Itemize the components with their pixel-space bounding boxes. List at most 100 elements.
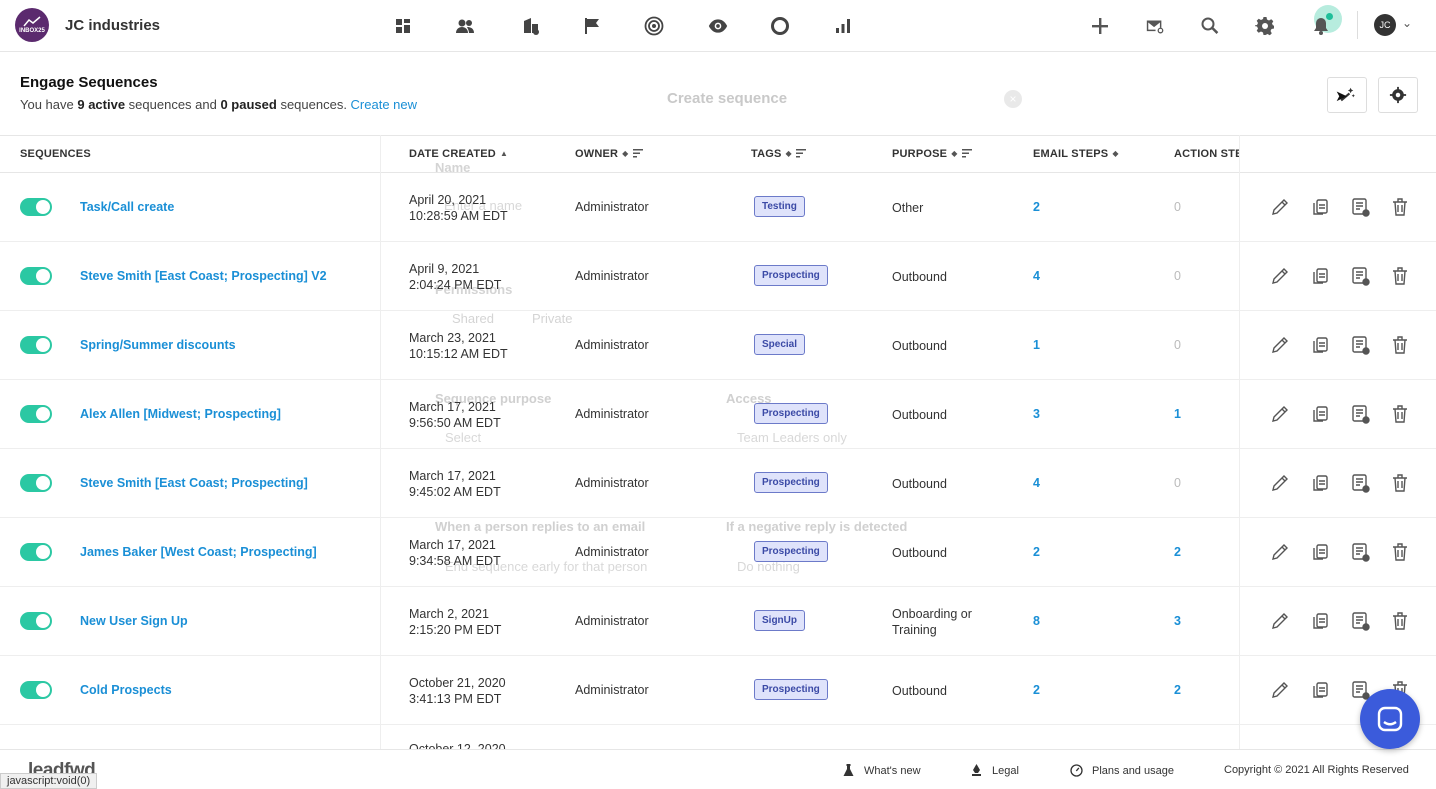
- sequence-name-link[interactable]: Steve Smith [East Coast; Prospecting]: [80, 476, 308, 490]
- sequence-active-toggle[interactable]: [20, 336, 52, 354]
- duplicate-icon[interactable]: [1308, 540, 1332, 564]
- report-icon[interactable]: [1348, 402, 1372, 426]
- sort-icon[interactable]: ◆: [786, 149, 792, 158]
- company-logo[interactable]: INBOX25: [15, 8, 49, 42]
- email-steps-count[interactable]: 1: [1033, 338, 1040, 352]
- edit-pencil-icon[interactable]: [1268, 540, 1292, 564]
- sequence-name-link[interactable]: Alex Allen [Midwest; Prospecting]: [80, 407, 281, 421]
- email-steps-count[interactable]: 2: [1033, 200, 1040, 214]
- col-owner[interactable]: OWNER ◆: [575, 148, 643, 161]
- delete-trash-icon[interactable]: [1388, 609, 1412, 633]
- chevron-down-icon[interactable]: ⌄: [1402, 16, 1412, 30]
- reports-bar-icon[interactable]: [831, 14, 855, 38]
- sequence-name-link[interactable]: James Baker [West Coast; Prospecting]: [80, 545, 317, 559]
- sequence-active-toggle[interactable]: [20, 405, 52, 423]
- sequence-active-toggle[interactable]: [20, 681, 52, 699]
- sort-icon[interactable]: ▲: [500, 149, 508, 158]
- sort-icon[interactable]: ◆: [1112, 149, 1118, 158]
- email-steps-count[interactable]: 8: [1033, 614, 1040, 628]
- edit-pencil-icon[interactable]: [1268, 264, 1292, 288]
- edit-pencil-icon[interactable]: [1268, 195, 1292, 219]
- edit-pencil-icon[interactable]: [1268, 333, 1292, 357]
- sequence-name-link[interactable]: Steve Smith [East Coast; Prospecting] V2: [80, 269, 327, 283]
- notifications-bell-icon[interactable]: [1309, 14, 1333, 38]
- col-email-steps[interactable]: EMAIL STEPS ◆: [1033, 148, 1119, 160]
- filter-icon[interactable]: [795, 149, 806, 161]
- tag-badge: Special: [754, 334, 806, 355]
- plans-usage-link[interactable]: Plans and usage: [1070, 764, 1174, 777]
- duplicate-icon[interactable]: [1308, 678, 1332, 702]
- whats-new-link[interactable]: What's new: [842, 764, 921, 777]
- delete-trash-icon[interactable]: [1388, 195, 1412, 219]
- purpose: Outbound: [892, 408, 947, 422]
- date-created: October 21, 2020 3:41:13 PM EDT: [409, 676, 506, 706]
- sequence-active-toggle[interactable]: [20, 474, 52, 492]
- sort-icon[interactable]: ◆: [622, 149, 628, 158]
- edit-pencil-icon[interactable]: [1268, 402, 1292, 426]
- email-steps-count[interactable]: 2: [1033, 683, 1040, 697]
- campaigns-flag-icon[interactable]: [580, 14, 604, 38]
- search-icon[interactable]: [1198, 14, 1222, 38]
- sort-icon[interactable]: ◆: [951, 149, 957, 158]
- create-new-link[interactable]: Create new: [351, 97, 417, 112]
- companies-icon[interactable]: [519, 14, 543, 38]
- engage-ring-icon[interactable]: [768, 14, 792, 38]
- edit-pencil-icon[interactable]: [1268, 678, 1292, 702]
- filter-icon[interactable]: [632, 149, 643, 161]
- sequence-active-toggle[interactable]: [20, 612, 52, 630]
- report-icon[interactable]: [1348, 609, 1372, 633]
- report-icon[interactable]: [1348, 264, 1372, 288]
- dashboard-icon[interactable]: [391, 14, 415, 38]
- edit-pencil-icon[interactable]: [1268, 471, 1292, 495]
- email-steps-count[interactable]: 3: [1033, 407, 1040, 421]
- date-created: March 17, 2021 9:45:02 AM EDT: [409, 469, 501, 499]
- filter-icon[interactable]: [961, 149, 972, 161]
- settings-gear-icon[interactable]: [1253, 14, 1277, 38]
- col-date-created[interactable]: DATE CREATED ▲: [409, 148, 508, 160]
- legal-link[interactable]: Legal: [970, 764, 1019, 777]
- delete-trash-icon[interactable]: [1388, 540, 1412, 564]
- sequence-settings-button[interactable]: [1378, 77, 1418, 113]
- delete-trash-icon[interactable]: [1388, 471, 1412, 495]
- email-steps-count[interactable]: 2: [1033, 545, 1040, 559]
- sequence-active-toggle[interactable]: [20, 267, 52, 285]
- delete-trash-icon[interactable]: [1388, 264, 1412, 288]
- sequence-active-toggle[interactable]: [20, 198, 52, 216]
- duplicate-icon[interactable]: [1308, 402, 1332, 426]
- visitors-eye-icon[interactable]: [706, 14, 730, 38]
- sequence-name-link[interactable]: Task/Call create: [80, 200, 174, 214]
- report-icon[interactable]: [1348, 333, 1372, 357]
- report-icon[interactable]: [1348, 471, 1372, 495]
- col-purpose[interactable]: PURPOSE ◆: [892, 148, 972, 161]
- action-steps-count[interactable]: 2: [1174, 683, 1181, 697]
- col-action-steps[interactable]: ACTION STEI: [1174, 148, 1239, 160]
- sequence-active-toggle[interactable]: [20, 543, 52, 561]
- duplicate-icon[interactable]: [1308, 264, 1332, 288]
- sequence-name-link[interactable]: Spring/Summer discounts: [80, 338, 236, 352]
- email-steps-count[interactable]: 4: [1033, 476, 1040, 490]
- duplicate-icon[interactable]: [1308, 609, 1332, 633]
- delete-trash-icon[interactable]: [1388, 333, 1412, 357]
- user-avatar[interactable]: JC: [1374, 14, 1396, 36]
- email-steps-count[interactable]: 4: [1033, 269, 1040, 283]
- add-plus-icon[interactable]: [1088, 14, 1112, 38]
- sequence-name-link[interactable]: Cold Prospects: [80, 683, 172, 697]
- action-steps-count[interactable]: 1: [1174, 407, 1181, 421]
- edit-pencil-icon[interactable]: [1268, 609, 1292, 633]
- targets-icon[interactable]: [642, 14, 666, 38]
- contacts-icon[interactable]: [453, 14, 477, 38]
- col-sequences[interactable]: SEQUENCES: [20, 148, 91, 160]
- col-tags[interactable]: TAGS ◆: [751, 148, 806, 161]
- duplicate-icon[interactable]: [1308, 471, 1332, 495]
- report-icon[interactable]: [1348, 540, 1372, 564]
- duplicate-icon[interactable]: [1308, 333, 1332, 357]
- nav-separator: [1357, 11, 1358, 39]
- duplicate-icon[interactable]: [1308, 195, 1332, 219]
- action-steps-count[interactable]: 2: [1174, 545, 1181, 559]
- chat-launcher[interactable]: [1360, 689, 1420, 749]
- report-icon[interactable]: [1348, 195, 1372, 219]
- sequence-name-link[interactable]: New User Sign Up: [80, 614, 188, 628]
- mail-search-icon[interactable]: [1143, 14, 1167, 38]
- delete-trash-icon[interactable]: [1388, 402, 1412, 426]
- action-steps-count[interactable]: 3: [1174, 614, 1181, 628]
